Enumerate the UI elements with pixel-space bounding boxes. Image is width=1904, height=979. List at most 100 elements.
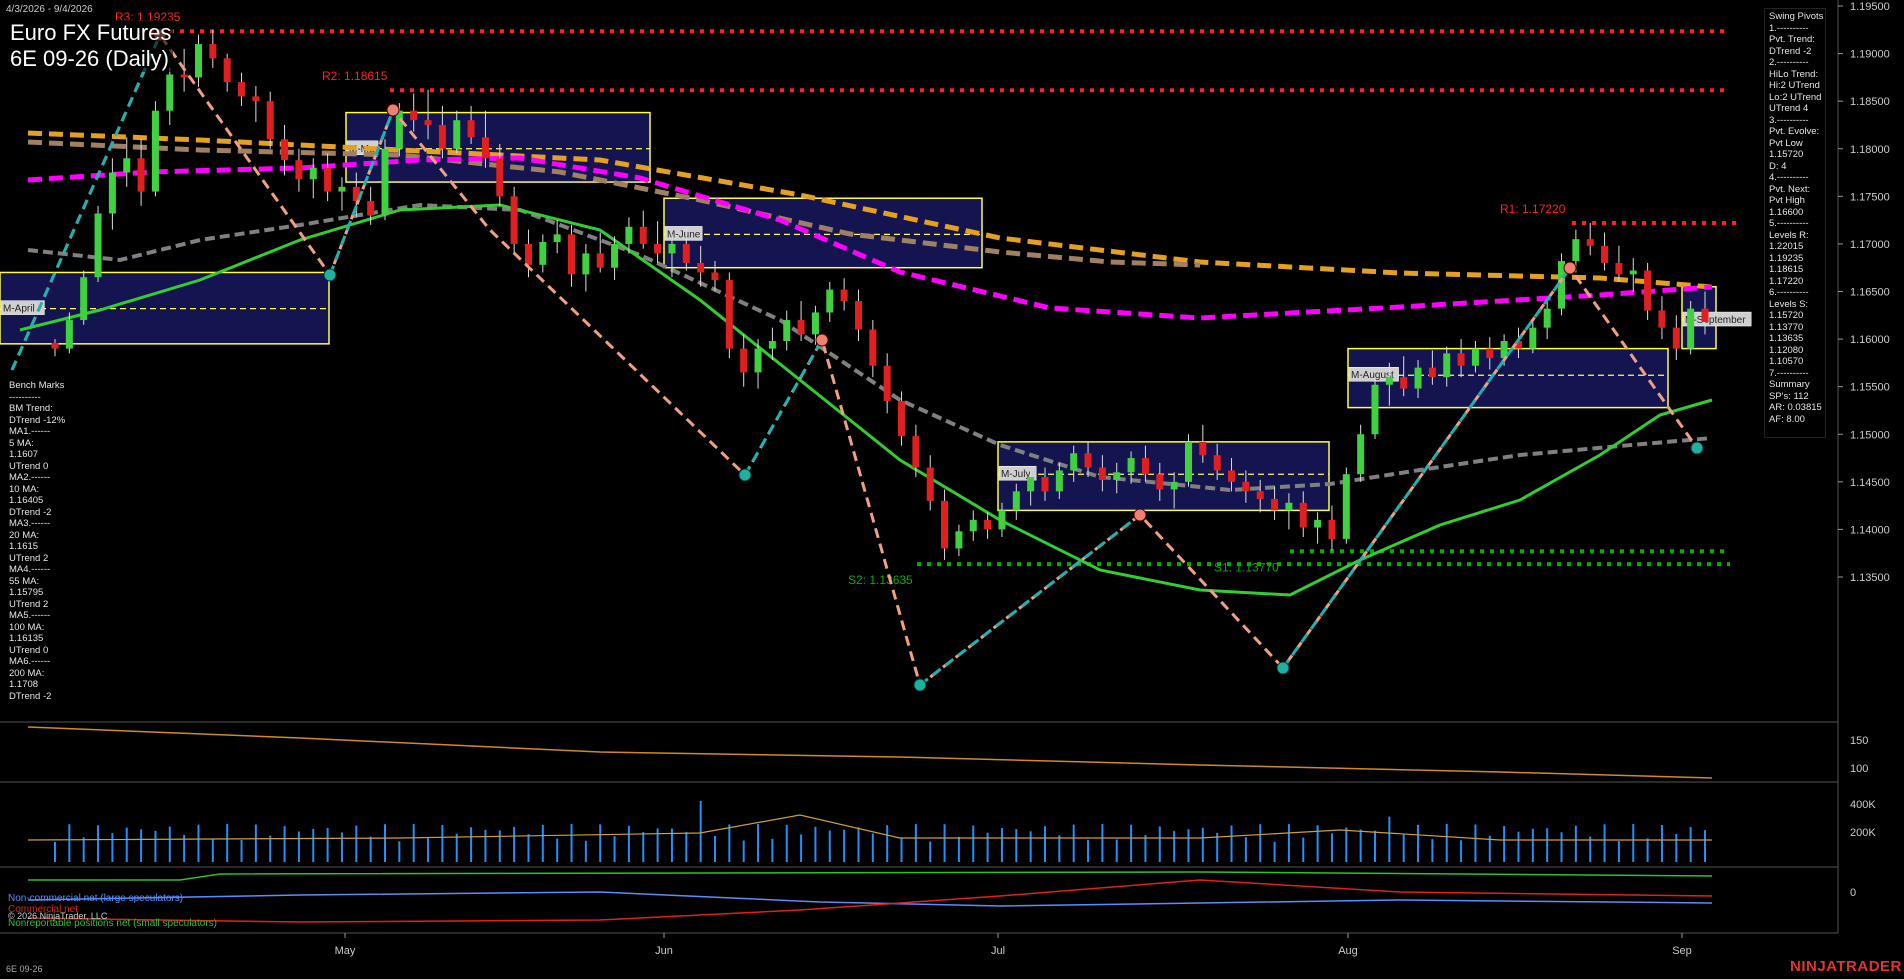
price-tick-label: 1.14500 [1850,477,1890,489]
benchmarks-line: 1.1607 [9,449,39,460]
volume-tick-label: 400K [1850,799,1876,811]
candle-body [740,348,748,373]
price-chart: 1.19500 1.19000 1.18500 1.18000 1.17500 1.170… [0,0,1890,957]
candle-body [955,531,963,549]
candle-body [94,213,102,278]
candle-body [639,226,647,244]
candle-body [80,277,88,321]
candle-body [223,58,231,83]
volume-tick-label: 200K [1850,827,1876,839]
oscillator-tick-label: 100 [1850,763,1868,775]
candle-body [941,500,949,549]
benchmarks-line: DTrend -2 [9,690,52,702]
candle-body [1328,519,1336,539]
benchmarks-line: 1.1708 [9,679,39,690]
price-tick-label: 1.13500 [1850,572,1890,584]
candle-body [1084,453,1092,468]
candle-body [1615,262,1623,275]
oscillator-line [27,726,1713,779]
candle-body [568,234,576,275]
swing-high-marker [1133,508,1147,522]
candle-body [768,340,776,349]
swing-pivots-line: 1.17220 [1769,275,1804,287]
date-tick-label: Sep [1672,945,1692,957]
candle-body [1256,491,1264,499]
level-label: S2: 1.13635 [848,573,913,587]
candle-body [797,320,805,335]
candle-body [754,348,762,373]
benchmarks-line: ---------- [9,391,41,403]
candle-body [180,74,188,78]
swing-pivots-line: 6.---------- [1769,287,1809,298]
candle-body [1471,348,1479,366]
benchmarks-line: UTrend 0 [9,460,49,472]
candle-body [1141,458,1149,475]
benchmarks-line: 1.16135 [9,633,44,644]
value-area-label: M-April [3,304,35,315]
benchmarks-line: 10 MA: [9,483,40,495]
swing-pivots-line: 1.10570 [1769,356,1804,367]
candle-body [596,253,604,268]
candle-body [926,467,934,501]
price-tick-label: 1.17000 [1850,239,1890,251]
candle-body [1428,367,1436,378]
candle-body [496,158,504,197]
legend-nonreportable: Nonreportable positions net (small specu… [8,918,217,929]
swing-low-marker [323,268,337,282]
swing-pivots-line: 1.---------- [1769,22,1809,34]
candle-body [510,196,518,244]
candle-body [381,148,389,216]
benchmarks-line: MA1.------ [9,426,51,437]
candle-body [324,167,332,192]
candle-body [65,320,73,349]
candle-body [840,289,848,302]
chart-title: Euro FX Futures 6E 09-26 (Daily) [8,20,174,72]
candle-body [668,243,676,254]
swing-pivots-line: 1.13770 [1769,321,1804,333]
candle-body [654,243,662,254]
benchmarks-line: UTrend 0 [9,644,49,656]
candle-body [1027,477,1035,492]
price-tick-label: 1.17500 [1850,191,1890,203]
swing-pivots-line: Summary [1769,379,1810,390]
candle-body [682,243,690,263]
benchmarks-line: MA6.------ [9,656,51,667]
candle-body [912,436,920,468]
candle-body [539,242,547,265]
legend-noncommercial: Non-commercial net (large speculators) [8,893,184,904]
benchmarks-line: BM Trend: [9,403,53,414]
candle-body [1457,353,1465,366]
swing-pivots-line: Pvt High [1769,195,1805,206]
benchmarks-line: 200 MA: [9,667,45,679]
swing-pivots-line: Pvt Low [1769,137,1803,149]
candle-body [481,137,489,159]
level-label: R1: 1.17220 [1500,202,1566,216]
candle-body [1012,491,1020,511]
candle-body [883,365,891,401]
swing-pivots-line: Pvt. Next: [1769,183,1811,195]
candle-body [424,120,432,125]
candle-body [1156,474,1164,490]
candle-body [1113,472,1121,480]
candle-body [1184,441,1192,482]
title-instrument: Euro FX Futures [10,20,172,45]
swing-low-marker [1690,441,1704,455]
benchmarks-line: UTrend 2 [9,552,49,564]
price-tick-label: 1.16500 [1850,287,1890,299]
candle-body [1486,348,1494,359]
candle-body [1041,477,1049,492]
swing-pivots-line: 1.13635 [1769,333,1804,344]
benchmarks-line: Bench Marks [9,380,65,391]
candle-body [1228,470,1236,482]
price-tick-label: 1.16000 [1850,334,1890,346]
price-tick-label: 1.15500 [1850,382,1890,394]
candle-body [1371,384,1379,435]
candle-body [108,172,116,214]
benchmarks-line: MA4.------ [9,564,51,575]
candle-body [1055,470,1063,492]
swing-pivots-line: 1.15720 [1769,149,1804,160]
swing-high-marker [386,103,400,117]
candle-body [453,120,461,149]
swing-pivots-line: AR: 0.03815 [1769,402,1822,413]
candle-body [1213,455,1221,471]
